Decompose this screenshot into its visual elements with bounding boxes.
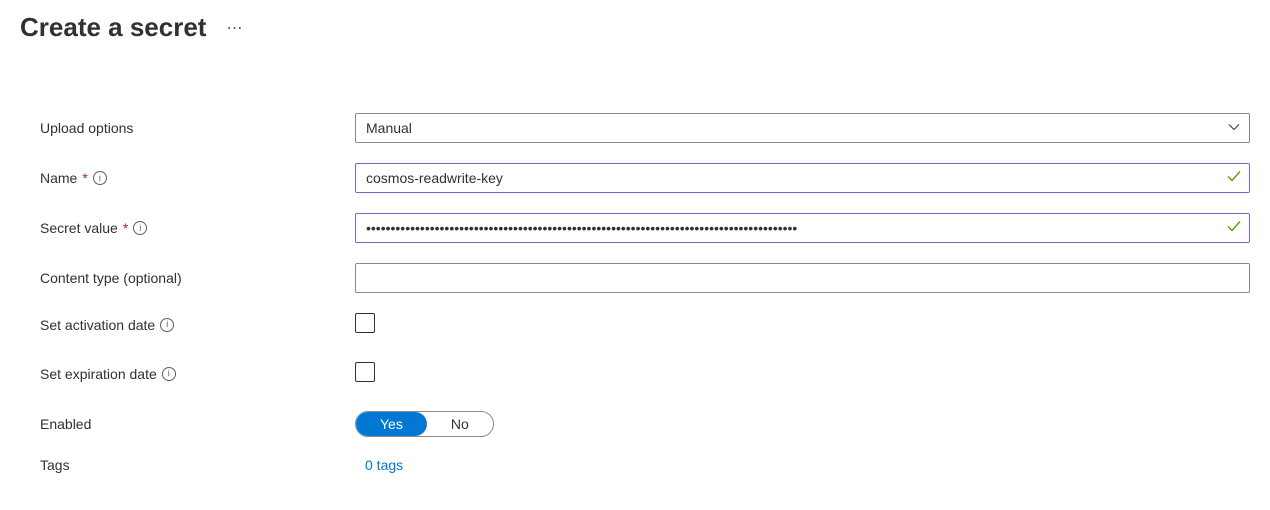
info-icon[interactable]: i (162, 367, 176, 381)
required-star-icon: * (82, 170, 87, 186)
enabled-label: Enabled (40, 416, 91, 432)
activation-date-checkbox[interactable] (355, 313, 375, 333)
upload-options-select[interactable]: Manual (355, 113, 1250, 143)
expiration-date-checkbox[interactable] (355, 362, 375, 382)
checkmark-icon (1226, 219, 1242, 238)
secret-value-input[interactable] (355, 213, 1250, 243)
name-label: Name (40, 170, 77, 186)
checkmark-icon (1226, 169, 1242, 188)
page-title: Create a secret (20, 12, 206, 43)
info-icon[interactable]: i (160, 318, 174, 332)
required-star-icon: * (123, 220, 128, 236)
activation-date-label: Set activation date (40, 317, 155, 333)
content-type-label: Content type (optional) (40, 270, 182, 286)
upload-options-value: Manual (366, 120, 412, 136)
enabled-yes-option[interactable]: Yes (356, 412, 427, 436)
tags-link[interactable]: 0 tags (355, 457, 403, 473)
tags-label: Tags (40, 457, 70, 473)
more-actions-icon[interactable]: ⋯ (226, 18, 243, 38)
name-input[interactable] (355, 163, 1250, 193)
secret-value-label: Secret value (40, 220, 118, 236)
content-type-input[interactable] (355, 263, 1250, 293)
enabled-no-option[interactable]: No (427, 412, 493, 436)
info-icon[interactable]: i (93, 171, 107, 185)
upload-options-label: Upload options (40, 120, 133, 136)
info-icon[interactable]: i (133, 221, 147, 235)
expiration-date-label: Set expiration date (40, 366, 157, 382)
enabled-toggle[interactable]: Yes No (355, 411, 494, 437)
